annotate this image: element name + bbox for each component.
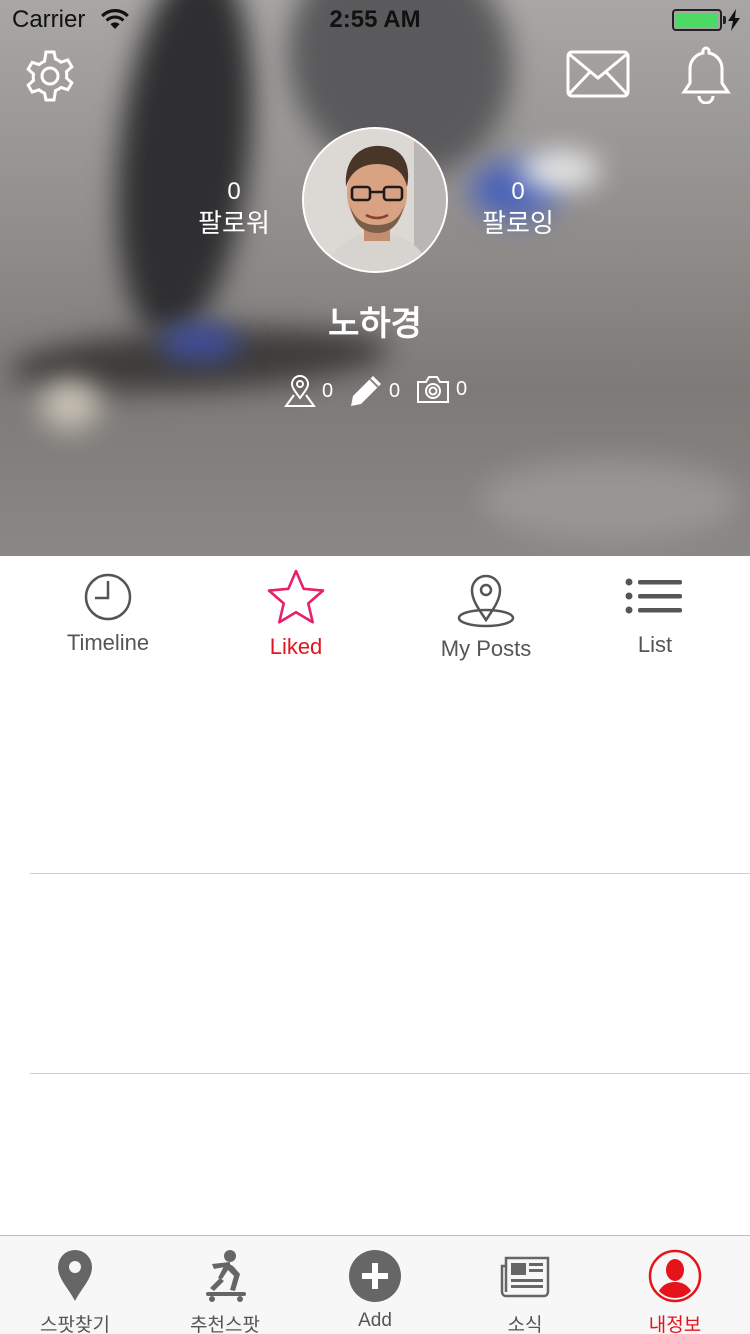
tab-label: Liked xyxy=(269,634,323,659)
background-photo-blur xyxy=(100,0,270,346)
tab-label: List xyxy=(637,632,673,657)
list-icon xyxy=(625,578,682,614)
following-count: 0 xyxy=(511,178,525,205)
tab-bar-label: 추천스팟 xyxy=(190,1315,260,1334)
map-pin-icon xyxy=(457,574,515,628)
places-count-stat: 0 xyxy=(284,374,333,408)
followers-stat[interactable]: 0 팔로워 xyxy=(174,178,294,240)
list-divider xyxy=(30,1073,750,1074)
tab-bar-label: 스팟찾기 xyxy=(40,1315,110,1334)
photos-count: 0 xyxy=(456,377,468,400)
tab-my-posts[interactable]: My Posts xyxy=(420,570,552,662)
tab-timeline[interactable]: Timeline xyxy=(40,572,176,656)
profile-icon xyxy=(648,1249,702,1303)
tab-list[interactable]: List xyxy=(600,578,710,658)
bottom-tab-bar: 스팟찾기 추천스팟 Add 소식 내정보 xyxy=(0,1235,750,1334)
places-count: 0 xyxy=(322,379,334,402)
tab-bar-item-add[interactable]: Add xyxy=(300,1248,450,1332)
tab-bar-item-news[interactable]: 소식 xyxy=(450,1248,600,1334)
username: 노하경 xyxy=(328,305,422,343)
photos-count-stat: 0 xyxy=(416,374,467,404)
bell-icon[interactable] xyxy=(678,44,734,104)
charging-icon xyxy=(728,9,740,31)
pencil-icon xyxy=(351,376,381,406)
posts-count-stat: 0 xyxy=(349,374,400,408)
posts-count: 0 xyxy=(389,379,401,402)
mail-icon[interactable] xyxy=(566,50,630,98)
avatar[interactable] xyxy=(302,127,448,273)
star-icon xyxy=(267,569,325,624)
skateboarder-icon xyxy=(206,1250,246,1302)
tab-liked[interactable]: Liked xyxy=(236,568,356,660)
profile-tabs: Timeline Liked My Posts List xyxy=(0,556,750,686)
newspaper-icon xyxy=(500,1256,550,1298)
status-bar: Carrier 2:55 AM xyxy=(0,0,750,40)
avatar-photo xyxy=(304,129,446,271)
following-label: 팔로잉 xyxy=(482,208,554,238)
background-photo-blur xyxy=(480,460,740,540)
list-divider xyxy=(30,873,750,874)
location-pin-icon xyxy=(58,1250,92,1301)
clock-time: 2:55 AM xyxy=(329,6,421,33)
plus-circle-icon xyxy=(349,1250,401,1302)
map-marker-icon xyxy=(284,375,316,407)
followers-count: 0 xyxy=(227,178,241,205)
tab-bar-label: 내정보 xyxy=(648,1315,702,1334)
tab-bar-item-find-spot[interactable]: 스팟찾기 xyxy=(0,1248,150,1334)
followers-label: 팔로워 xyxy=(198,208,270,238)
profile-header: Carrier 2:55 AM 0 팔로워 0 팔로잉 노하경 0 0 0 xyxy=(0,0,750,556)
tab-bar-label: 소식 xyxy=(507,1315,543,1334)
tab-label: Timeline xyxy=(66,630,150,655)
gear-icon[interactable] xyxy=(20,46,80,106)
tab-bar-label: Add xyxy=(358,1310,392,1331)
background-photo-blur xyxy=(40,380,100,430)
battery-icon xyxy=(672,9,726,31)
tab-bar-item-my-info[interactable]: 내정보 xyxy=(600,1248,750,1334)
camera-icon xyxy=(417,376,449,403)
clock-icon xyxy=(84,573,132,621)
following-stat[interactable]: 0 팔로잉 xyxy=(458,178,578,240)
tab-label: My Posts xyxy=(440,636,532,661)
tab-bar-item-recommended[interactable]: 추천스팟 xyxy=(150,1248,300,1334)
